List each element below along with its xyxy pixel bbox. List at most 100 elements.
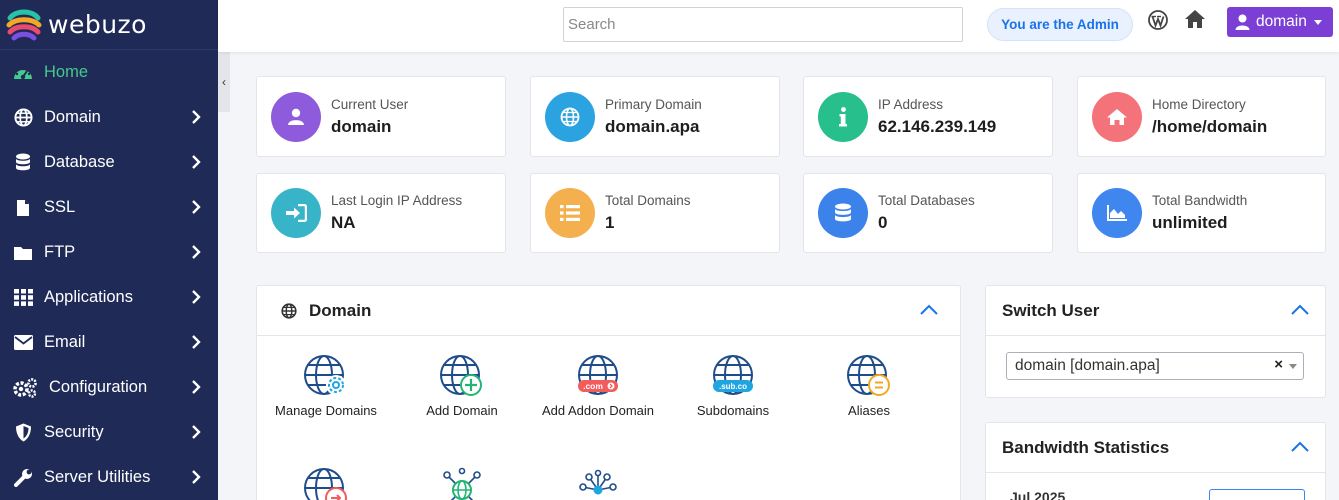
stat-value: 0 [878,213,888,232]
stat-card-ip-address: IP Address 62.146.239.149 [803,76,1053,157]
folder-icon [12,243,34,263]
sidebar-item-label: FTP [44,243,76,261]
sidebar-item-label: SSL [44,198,76,216]
aliases-icon [847,355,890,396]
wrench-icon [12,468,34,488]
chevron-right-icon [192,380,201,394]
sidebar-item-security[interactable]: Security [0,410,218,455]
info-icon [818,91,868,142]
app-label: Add Addon Domain [541,403,655,418]
chevron-right-icon [192,425,201,439]
grid-icon [12,288,34,308]
sidebar-item-label: Database [44,153,115,171]
panel-header: Domain [257,286,960,336]
shield-icon [12,423,34,443]
sidebar-item-home[interactable]: Home [0,50,218,95]
stat-card-home-directory: Home Directory /home/domain [1077,76,1326,157]
switch-user-panel: Switch User domain [domain.apa] × [985,285,1326,398]
sidebar-item-label: Applications [44,288,133,306]
add-domain-icon [440,355,482,396]
top-header: You are the Admin domain [218,0,1339,52]
brand-name: webuzo [48,10,147,39]
user-menu-label: domain [1256,13,1307,30]
chevron-right-icon [192,290,201,304]
stat-label: Total Databases [878,193,975,208]
bandwidth-statistics-panel: Bandwidth Statistics Jul 2025 [985,422,1326,500]
globe-icon [12,108,34,128]
chevron-right-icon [192,200,201,214]
globe-icon [281,302,297,319]
app-label: Aliases [848,403,890,418]
domain-badge: .sub.co [719,382,747,391]
sidebar-item-label: Configuration [49,378,148,396]
month-select[interactable] [1209,489,1305,500]
home-icon [1092,91,1142,142]
user-icon [271,91,321,142]
panel-title: Bandwidth Statistics [1002,437,1170,457]
stat-value: unlimited [1152,213,1228,232]
sidebar-item-database[interactable]: Database [0,140,218,185]
logo[interactable]: webuzo [0,0,218,50]
app-redirects[interactable] [266,467,386,500]
stat-card-last-login-ip: Last Login IP Address NA [256,173,506,253]
dashboard-icon [12,63,34,83]
app-aliases[interactable]: Aliases [809,354,929,420]
app-manage-domains[interactable]: Manage Domains [266,354,386,420]
caret-down-icon [1289,364,1297,369]
app-dns[interactable] [538,467,658,500]
envelope-icon [12,333,34,353]
sidebar-item-email[interactable]: Email [0,320,218,365]
sidebar-menu: Home Domain Database SSL FTP Application… [0,50,218,500]
search-input[interactable] [563,7,963,42]
app-subdomains[interactable]: .sub.co Subdomains [673,354,793,420]
sidebar-item-server-utilities[interactable]: Server Utilities [0,455,218,500]
wordpress-icon[interactable] [1148,10,1168,30]
panel-title: Domain [309,300,372,320]
stat-value: NA [331,213,356,232]
area-chart-icon [1092,188,1142,238]
user-menu-button[interactable]: domain [1227,7,1333,37]
stat-card-total-bandwidth: Total Bandwidth unlimited [1077,173,1326,253]
app-add-domain[interactable]: Add Domain [402,354,522,420]
sidebar-item-domain[interactable]: Domain [0,95,218,140]
chevron-up-icon[interactable] [1291,441,1309,453]
stat-value: domain [331,116,392,136]
sidebar-item-ssl[interactable]: SSL [0,185,218,230]
stat-label: Total Bandwidth [1152,193,1248,208]
domain-badge: .com [583,381,603,391]
app-label: Subdomains [696,403,770,418]
stat-label: Primary Domain [605,96,702,112]
gears-icon [12,377,38,398]
user-icon [1235,14,1250,30]
sidebar-item-label: Domain [44,108,101,126]
home-icon[interactable] [1184,9,1206,29]
sign-in-icon [271,188,321,238]
database-icon [818,188,868,238]
webuzo-logo-icon [6,9,42,40]
app-add-addon-domain[interactable]: .com Add Addon Domain [538,354,658,420]
app-network[interactable] [402,467,522,500]
chevron-up-icon[interactable] [920,304,938,316]
sidebar-item-applications[interactable]: Applications [0,275,218,320]
stat-label: Current User [331,96,409,112]
sidebar: webuzo Home Domain Database SSL FTP Appl… [0,0,218,500]
stat-value: 62.146.239.149 [878,116,997,136]
sidebar-item-configuration[interactable]: Configuration [0,365,218,410]
switch-user-select[interactable]: domain [domain.apa] × [1006,352,1304,380]
sidebar-item-ftp[interactable]: FTP [0,230,218,275]
stat-value: /home/domain [1152,116,1268,136]
sidebar-item-label: Server Utilities [44,468,151,486]
manage-domains-icon [304,355,346,395]
dns-network-icon [579,469,617,495]
chevron-right-icon [192,155,201,169]
sidebar-item-label: Email [44,333,86,351]
network-globe-icon [443,467,481,500]
chevron-up-icon[interactable] [1291,304,1309,316]
sidebar-item-label: Home [44,63,89,81]
sidebar-collapse-toggle[interactable]: ‹ [218,52,230,112]
caret-down-icon [1313,19,1322,25]
app-label: Manage Domains [275,403,377,418]
clear-selection-icon[interactable]: × [1274,356,1283,373]
addon-domain-icon: .com [578,355,618,395]
panel-header: Switch User [986,286,1325,336]
